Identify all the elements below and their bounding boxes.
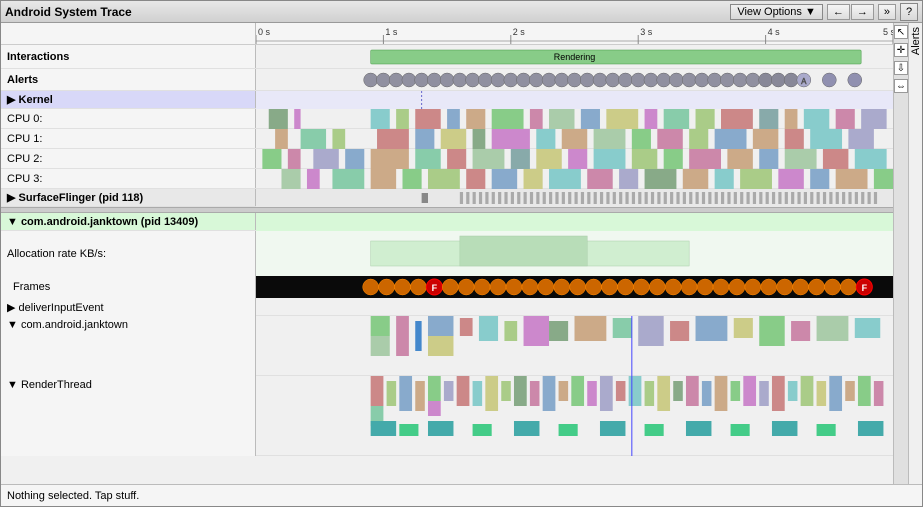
allocation-label: Allocation rate KB/s: xyxy=(1,231,256,276)
svg-text:A: A xyxy=(801,77,807,86)
interactions-label: Interactions xyxy=(1,45,256,68)
view-options-button[interactable]: View Options ▼ xyxy=(730,4,823,20)
scroll-down-button[interactable]: ⇩ xyxy=(894,61,908,75)
render-thread-label[interactable]: ▼ RenderThread xyxy=(1,376,256,456)
cpu2-row: CPU 2: xyxy=(1,149,893,169)
timeline-header: 0 s 1 s 2 s 3 s 4 s 5 s xyxy=(1,23,893,45)
render-thread-track[interactable] xyxy=(256,376,893,456)
time-ruler: 0 s 1 s 2 s 3 s 4 s 5 s xyxy=(256,23,893,44)
nav-back-button[interactable]: ← xyxy=(827,4,850,20)
cpu0-svg xyxy=(256,109,893,129)
cpu2-label: CPU 2: xyxy=(1,149,256,168)
cpu3-track[interactable] xyxy=(256,169,893,189)
cpu0-row: CPU 0: xyxy=(1,109,893,129)
surfaceflinger-header[interactable]: ▶ SurfaceFlinger (pid 118) xyxy=(1,189,893,207)
cpu3-svg xyxy=(256,169,893,189)
allocation-svg xyxy=(256,231,893,276)
expand-button[interactable]: » xyxy=(878,4,896,20)
titlebar-controls: View Options ▼ ← → » ? xyxy=(730,3,918,21)
svg-text:5 s: 5 s xyxy=(883,27,893,37)
kernel-track[interactable] xyxy=(256,91,893,109)
kernel-header-svg xyxy=(256,91,893,109)
label-spacer xyxy=(1,23,256,44)
surfaceflinger-label[interactable]: ▶ SurfaceFlinger (pid 118) xyxy=(1,189,256,206)
svg-text:F: F xyxy=(432,283,438,293)
alerts-row: Alerts xyxy=(1,69,893,91)
trace-area: 0 s 1 s 2 s 3 s 4 s 5 s xyxy=(1,23,893,484)
time-ruler-svg: 0 s 1 s 2 s 3 s 4 s 5 s xyxy=(256,23,893,44)
kernel-label[interactable]: ▶ Kernel xyxy=(1,91,256,108)
cpu3-label: CPU 3: xyxy=(1,169,256,188)
janktown-thread-track[interactable] xyxy=(256,316,893,376)
cpu1-row: CPU 1: xyxy=(1,129,893,149)
app-title: Android System Trace xyxy=(5,5,132,19)
surfaceflinger-track[interactable] xyxy=(256,189,893,207)
frames-label: Frames xyxy=(1,276,256,298)
svg-text:F: F xyxy=(862,283,868,293)
frames-row: Frames xyxy=(1,276,893,298)
deliver-input-row: ▶ deliverInputEvent xyxy=(1,298,893,316)
resize-button[interactable]: ⇔ xyxy=(894,79,908,93)
deliver-input-label[interactable]: ▶ deliverInputEvent xyxy=(1,298,256,316)
janktown-header-track[interactable] xyxy=(256,213,893,231)
janktown-thread-row: ▼ com.android.janktown xyxy=(1,316,893,376)
move-tool-button[interactable]: ✛ xyxy=(894,43,908,57)
frames-track[interactable]: F xyxy=(256,276,893,298)
frames-svg: F xyxy=(256,276,893,298)
titlebar: Android System Trace View Options ▼ ← → … xyxy=(1,1,922,23)
svg-text:0 s: 0 s xyxy=(258,27,271,37)
allocation-track[interactable] xyxy=(256,231,893,276)
deliver-svg xyxy=(256,298,893,316)
svg-text:2 s: 2 s xyxy=(513,27,526,37)
cpu3-row: CPU 3: xyxy=(1,169,893,189)
cpu2-track[interactable] xyxy=(256,149,893,169)
help-button[interactable]: ? xyxy=(900,3,918,21)
cpu1-label: CPU 1: xyxy=(1,129,256,148)
deliver-input-track[interactable] xyxy=(256,298,893,316)
cpu1-track[interactable] xyxy=(256,129,893,149)
cursor-tool-button[interactable]: ↖ xyxy=(894,25,908,39)
svg-text:1 s: 1 s xyxy=(385,27,398,37)
kernel-section-header[interactable]: ▶ Kernel xyxy=(1,91,893,109)
render-thread-svg xyxy=(256,376,893,456)
nav-forward-button[interactable]: → xyxy=(851,4,874,20)
interactions-row: Interactions Rendering xyxy=(1,45,893,69)
janktown-header[interactable]: ▼ com.android.janktown (pid 13409) xyxy=(1,213,893,231)
janktown-thread-svg xyxy=(256,316,893,376)
cpu1-svg xyxy=(256,129,893,149)
render-thread-row: ▼ RenderThread xyxy=(1,376,893,456)
right-toolbar: ↖ ✛ ⇩ ⇔ xyxy=(893,23,908,484)
statusbar: Nothing selected. Tap stuff. xyxy=(1,484,922,506)
janktown-label[interactable]: ▼ com.android.janktown (pid 13409) xyxy=(1,213,256,230)
janktown-thread-label[interactable]: ▼ com.android.janktown xyxy=(1,316,256,376)
interactions-svg: Rendering xyxy=(256,45,893,69)
main-area: 0 s 1 s 2 s 3 s 4 s 5 s xyxy=(1,23,922,484)
alerts-svg: A xyxy=(256,69,893,91)
svg-text:3 s: 3 s xyxy=(640,27,653,37)
interactions-track[interactable]: Rendering xyxy=(256,45,893,69)
alerts-sidebar-label: Alerts xyxy=(908,23,922,484)
sf-svg xyxy=(256,189,893,207)
svg-text:4 s: 4 s xyxy=(768,27,781,37)
app-container: Android System Trace View Options ▼ ← → … xyxy=(0,0,923,507)
cpu2-svg xyxy=(256,149,893,169)
svg-text:Rendering: Rendering xyxy=(554,52,596,62)
status-text: Nothing selected. Tap stuff. xyxy=(7,490,139,502)
cpu0-track[interactable] xyxy=(256,109,893,129)
cpu0-label: CPU 0: xyxy=(1,109,256,128)
allocation-row: Allocation rate KB/s: xyxy=(1,231,893,276)
alerts-track[interactable]: A xyxy=(256,69,893,91)
alerts-label: Alerts xyxy=(1,69,256,90)
trace-rows[interactable]: Interactions Rendering Alerts xyxy=(1,45,893,484)
